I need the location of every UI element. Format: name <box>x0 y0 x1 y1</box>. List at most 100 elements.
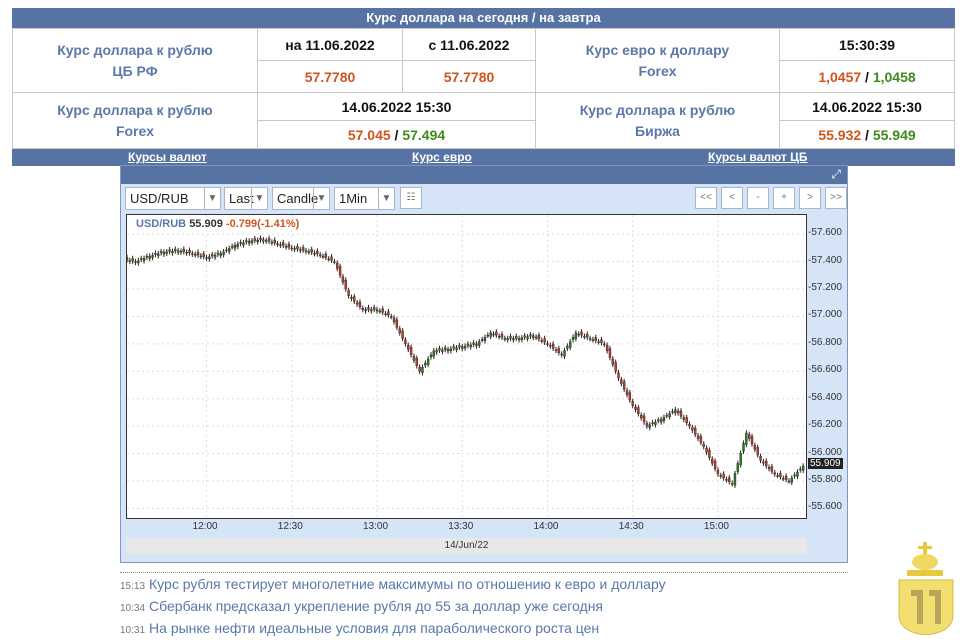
candle <box>424 362 427 366</box>
date-label: 14/Jun/22 <box>126 538 807 554</box>
candle <box>799 468 802 471</box>
candle <box>608 348 612 358</box>
x-tick-label: 12:00 <box>192 521 218 532</box>
y-tick-label: -56.600 <box>808 364 842 376</box>
candle <box>620 379 623 384</box>
candle <box>390 316 393 318</box>
candlestick-chart <box>127 215 806 518</box>
candle <box>378 310 382 313</box>
candle <box>711 458 714 464</box>
candle <box>196 251 200 256</box>
scroll-right-button[interactable]: > <box>799 187 821 209</box>
chevron-down-icon: ▼ <box>204 188 220 209</box>
candle <box>694 427 697 435</box>
expand-icon[interactable]: ⤢ <box>831 167 841 182</box>
chevron-down-icon: ▼ <box>251 188 267 209</box>
candle <box>461 346 464 349</box>
zoom-out-button[interactable]: - <box>747 187 769 209</box>
candle <box>185 252 188 254</box>
candle <box>722 473 725 479</box>
candle <box>216 252 220 255</box>
candle <box>676 410 680 414</box>
scroll-end-button[interactable]: >> <box>825 187 847 209</box>
forex-time: 14.06.2022 15:30 <box>257 92 536 121</box>
candle <box>398 328 401 334</box>
candle <box>776 475 779 477</box>
cb-value-2: 57.7780 <box>402 60 536 93</box>
candle <box>628 392 632 401</box>
candle <box>557 348 561 353</box>
candle <box>361 308 365 310</box>
candle <box>671 411 674 413</box>
cb-value-1: 57.7780 <box>257 60 403 93</box>
candle <box>333 261 336 263</box>
cb-label: Курс доллара к рублю ЦБ РФ <box>12 28 258 93</box>
scroll-start-button[interactable]: << <box>695 187 717 209</box>
chevron-down-icon: ▼ <box>378 188 394 209</box>
candle <box>767 467 771 469</box>
candle <box>262 239 265 242</box>
candle <box>688 424 691 427</box>
indicators-button[interactable]: ☷ <box>400 187 422 209</box>
candle <box>662 417 666 421</box>
news-item[interactable]: 10:34 Сбербанк предсказал укрепление рубл… <box>120 596 848 617</box>
nav-link-cb-currencies[interactable]: Курсы валют ЦБ <box>708 150 808 164</box>
candle <box>478 341 481 346</box>
candle <box>364 309 367 312</box>
page-title: Курс доллара на сегодня / на завтра <box>12 8 955 28</box>
candle <box>685 417 688 424</box>
zoom-in-button[interactable]: + <box>773 187 795 209</box>
candle <box>659 419 663 423</box>
candle <box>713 460 717 469</box>
candle <box>699 436 703 443</box>
candle <box>475 343 478 346</box>
widget-header: ⤢ <box>121 166 847 184</box>
candle <box>455 347 458 350</box>
candle <box>745 432 748 445</box>
candle <box>566 345 569 349</box>
candle <box>350 297 353 299</box>
candle <box>131 258 134 262</box>
exchange-value: 55.932 / 55.949 <box>779 120 955 149</box>
candle <box>506 338 509 340</box>
chart-plot-area[interactable]: USD/RUB 55.909 -0.799(-1.41%) <box>126 214 807 519</box>
candle <box>208 256 211 260</box>
price-type-select[interactable]: Last ▼ <box>224 187 268 210</box>
nav-link-currencies[interactable]: Курсы валют <box>128 150 207 164</box>
candle <box>611 358 615 365</box>
candle <box>603 343 606 346</box>
candle <box>796 471 799 477</box>
candle <box>137 260 140 264</box>
candle <box>327 258 330 261</box>
chart-type-select[interactable]: Candle ▼ <box>272 187 330 210</box>
scroll-left-button[interactable]: < <box>721 187 743 209</box>
news-item[interactable]: 10:31 На рынке нефти идеальные условия дл… <box>120 618 848 639</box>
candle <box>446 349 450 352</box>
symbol-select[interactable]: USD/RUB ▼ <box>125 187 221 210</box>
candle <box>270 241 274 244</box>
candle <box>532 335 535 338</box>
candle <box>696 435 700 439</box>
candle <box>512 338 515 340</box>
candle <box>597 341 600 343</box>
y-tick-label: -55.600 <box>808 501 842 513</box>
candle <box>230 246 234 248</box>
candle <box>384 313 387 315</box>
candle <box>142 258 146 261</box>
candle <box>157 253 160 257</box>
candle <box>267 238 271 242</box>
candle <box>526 336 529 339</box>
news-item[interactable]: 15:13 Курс рубля тестирует многолетние ма… <box>120 574 848 595</box>
y-tick-label: -55.800 <box>808 473 842 485</box>
interval-select[interactable]: 1Min ▼ <box>334 187 395 210</box>
candle <box>549 345 552 347</box>
candle <box>375 309 379 312</box>
candle <box>719 475 722 477</box>
candle <box>520 337 524 340</box>
candle <box>301 247 305 251</box>
candle <box>287 244 291 248</box>
chart-widget: ⤢ USD/RUB ▼ Last ▼ Candle ▼ 1Min ▼ ☷ << < - … <box>120 165 848 563</box>
candle <box>790 477 793 483</box>
nav-link-euro[interactable]: Курс евро <box>412 150 472 164</box>
logo <box>898 542 954 635</box>
